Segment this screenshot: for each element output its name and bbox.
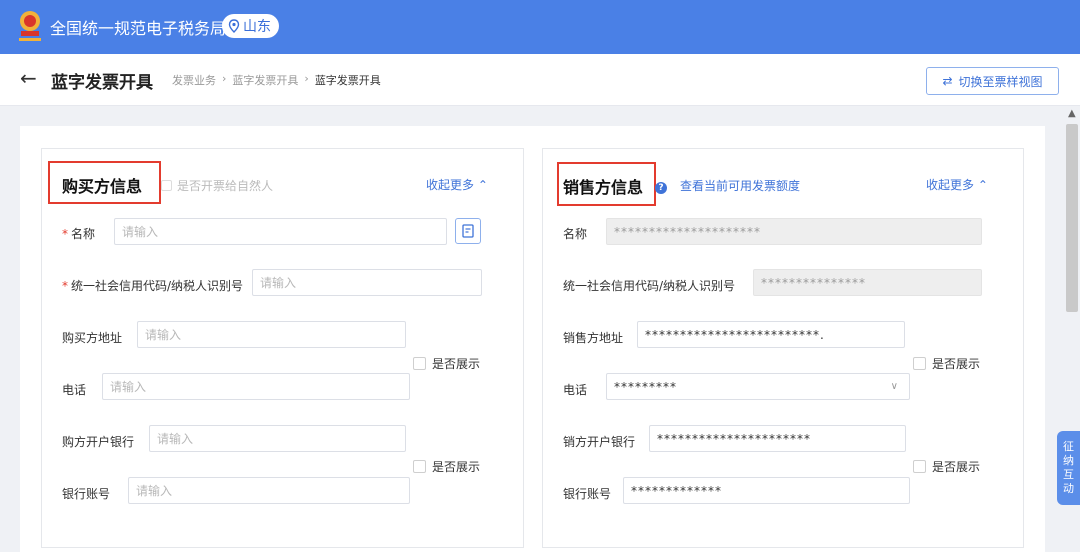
seller-tax-id-field: *************** — [753, 269, 982, 296]
back-arrow-icon[interactable]: ← — [20, 66, 37, 90]
checkbox-box[interactable] — [161, 180, 172, 191]
checkbox-box[interactable] — [913, 357, 926, 370]
seller-phone-select[interactable]: ********* ∨ — [606, 373, 910, 400]
show-label: 是否展示 — [932, 357, 981, 371]
seller-account-input[interactable]: ************* — [623, 477, 910, 504]
chevron-down-icon: ∨ — [890, 381, 899, 392]
tax-emblem-icon — [19, 11, 41, 41]
breadcrumb-item[interactable]: 蓝字发票开具 — [232, 72, 298, 88]
buyer-phone-label: 电话 — [62, 383, 87, 397]
buyer-tax-id-input[interactable]: 请输入 — [252, 269, 482, 296]
buyer-bank-label: 购方开户银行 — [62, 435, 135, 449]
breadcrumb-current: 蓝字发票开具 — [314, 74, 381, 87]
show-label: 是否展示 — [932, 460, 981, 474]
site-title: 全国统一规范电子税务局 — [50, 19, 227, 38]
natural-person-label: 是否开票给自然人 — [177, 179, 274, 193]
checkbox-box[interactable] — [913, 460, 926, 473]
id-card-icon — [462, 224, 474, 238]
seller-name-field: ********************* — [606, 218, 982, 245]
seller-phone-value: ********* — [614, 379, 677, 394]
switch-view-button[interactable]: ⇄ 切换至票样视图 — [926, 67, 1059, 95]
seller-show-address-checkbox[interactable]: 是否展示 — [913, 355, 980, 372]
seller-address-label: 销售方地址 — [563, 331, 624, 345]
seller-account-label: 银行账号 — [563, 487, 612, 501]
seller-address-input[interactable]: *************************. — [637, 321, 905, 348]
breadcrumb-item[interactable]: 发票业务 — [172, 72, 216, 88]
seller-name-label: 名称 — [563, 227, 588, 241]
breadcrumb: 发票业务 › 蓝字发票开具 › 蓝字发票开具 — [172, 72, 381, 88]
buyer-name-label: * 名称 — [62, 227, 96, 241]
seller-show-bank-checkbox[interactable]: 是否展示 — [913, 458, 980, 475]
buyer-address-input[interactable]: 请输入 — [137, 321, 406, 348]
page-title: 蓝字发票开具 — [51, 73, 153, 93]
quota-link[interactable]: 查看当前可用发票额度 — [680, 177, 800, 194]
breadcrumb-separator: › — [304, 72, 309, 85]
switch-arrows-icon: ⇄ — [942, 74, 953, 88]
buyer-bank-input[interactable]: 请输入 — [149, 425, 406, 452]
buyer-lookup-button[interactable] — [455, 218, 481, 244]
interaction-side-tab[interactable]: 征纳互动 — [1057, 431, 1080, 505]
show-label: 是否展示 — [432, 357, 481, 371]
location-pin-icon — [228, 19, 240, 33]
seller-collapse-link[interactable]: 收起更多 ⌃ — [926, 176, 988, 193]
buyer-address-label: 购买方地址 — [62, 331, 123, 345]
scrollbar-thumb[interactable] — [1066, 124, 1078, 312]
region-selector[interactable]: 山东 — [222, 14, 279, 38]
buyer-tax-id-label: * 统一社会信用代码/纳税人识别号 — [62, 279, 244, 293]
natural-person-checkbox[interactable]: 是否开票给自然人 — [161, 177, 273, 194]
top-header: 全国统一规范电子税务局 山东 — [0, 0, 1080, 54]
show-label: 是否展示 — [432, 460, 481, 474]
buyer-name-input[interactable]: 请输入 — [114, 218, 447, 245]
buyer-account-label: 银行账号 — [62, 487, 111, 501]
buyer-title: 购买方信息 — [62, 177, 143, 196]
checkbox-box[interactable] — [413, 357, 426, 370]
buyer-phone-input[interactable]: 请输入 — [102, 373, 410, 400]
buyer-collapse-link[interactable]: 收起更多 ⌃ — [426, 176, 488, 193]
help-circle-icon[interactable]: ? — [655, 177, 667, 196]
seller-title: 销售方信息 — [563, 178, 644, 197]
chevron-up-icon: ⌃ — [977, 178, 988, 192]
page-header: ← 蓝字发票开具 发票业务 › 蓝字发票开具 › 蓝字发票开具 ⇄ 切换至票样视… — [0, 54, 1080, 106]
region-label: 山东 — [243, 19, 271, 35]
seller-phone-label: 电话 — [563, 383, 588, 397]
buyer-account-input[interactable]: 请输入 — [128, 477, 410, 504]
scroll-up-arrow[interactable]: ▲ — [1068, 108, 1076, 119]
buyer-show-address-checkbox[interactable]: 是否展示 — [413, 355, 480, 372]
seller-bank-label: 销方开户银行 — [563, 435, 636, 449]
seller-bank-input[interactable]: ********************** — [649, 425, 906, 452]
breadcrumb-separator: › — [222, 72, 227, 85]
chevron-up-icon: ⌃ — [477, 178, 488, 192]
buyer-show-bank-checkbox[interactable]: 是否展示 — [413, 458, 480, 475]
seller-tax-id-label: 统一社会信用代码/纳税人识别号 — [563, 279, 736, 293]
switch-view-label: 切换至票样视图 — [958, 74, 1043, 89]
checkbox-box[interactable] — [413, 460, 426, 473]
